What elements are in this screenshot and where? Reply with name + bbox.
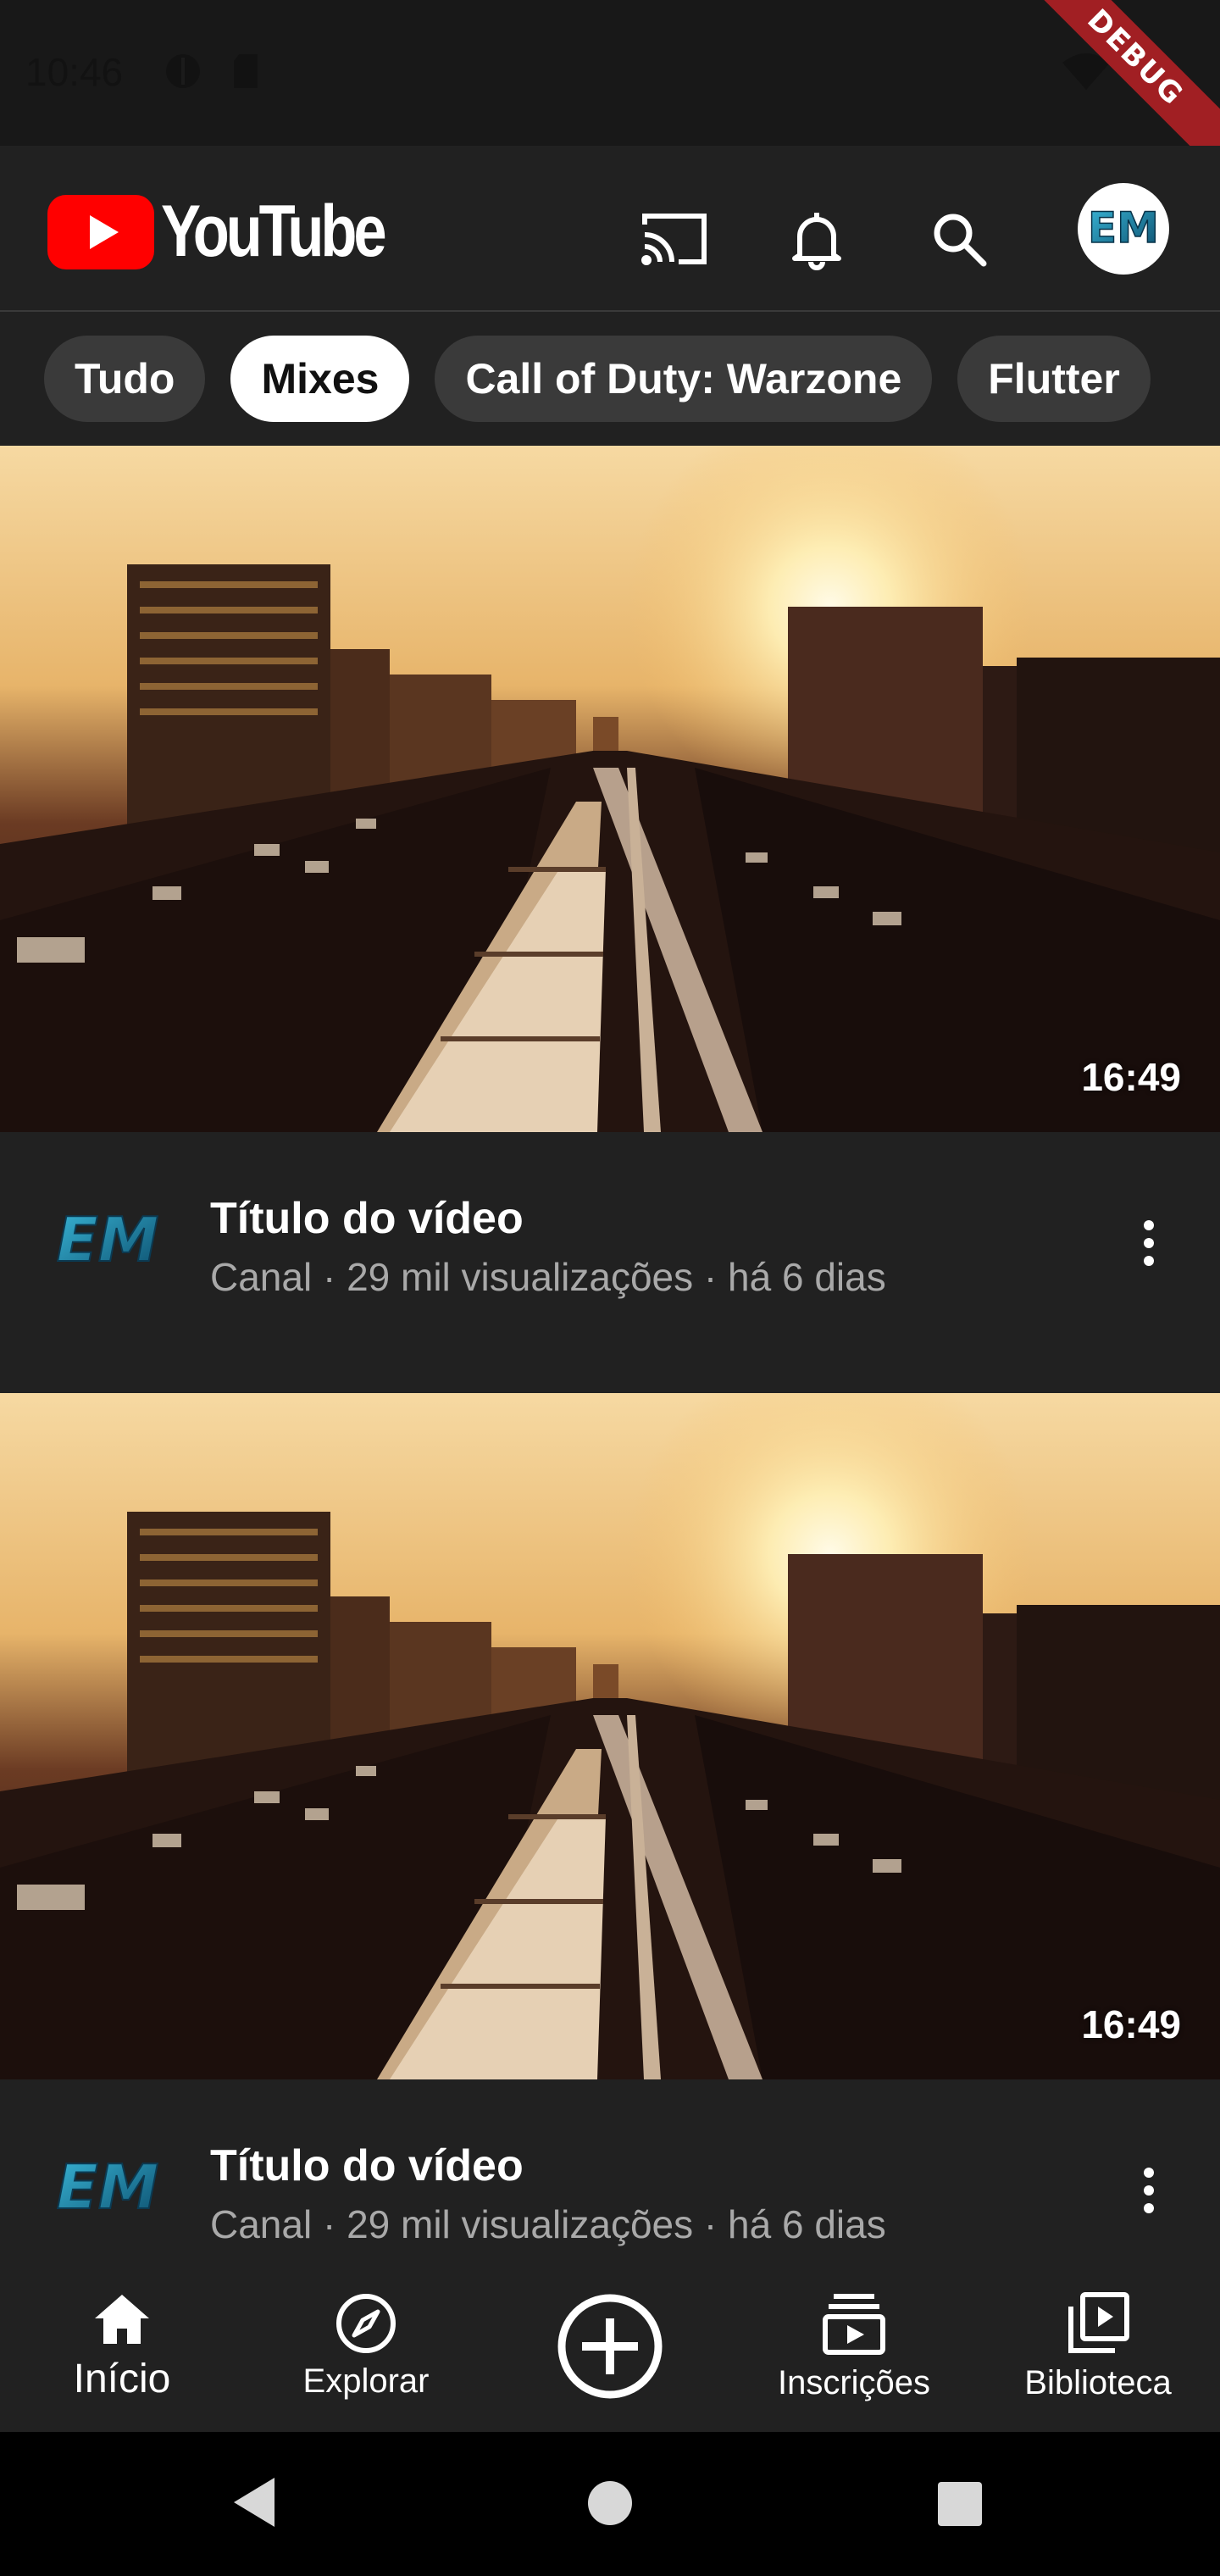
video-meta: EM Título do vídeo Canal · 29 mil visual… bbox=[0, 1132, 1220, 1396]
channel-logo-text: EM bbox=[57, 1205, 159, 1275]
channel-logo[interactable]: EM bbox=[44, 2152, 171, 2225]
video-duration: 16:49 bbox=[1081, 1055, 1181, 1099]
nav-label: Explorar bbox=[302, 2362, 430, 2400]
bell-icon[interactable] bbox=[774, 197, 859, 281]
chip-mixes[interactable]: Mixes bbox=[230, 336, 410, 422]
avatar-text: EM bbox=[1088, 203, 1159, 253]
app-bar: YouTube EM bbox=[0, 146, 1220, 312]
sim-card-icon bbox=[230, 51, 264, 96]
youtube-play-icon bbox=[47, 194, 154, 269]
video-thumbnail[interactable]: 16:49 bbox=[0, 446, 1220, 1132]
cast-icon[interactable] bbox=[632, 197, 717, 281]
video-subtitle: Canal · 29 mil visualizações · há 6 dias bbox=[210, 2202, 886, 2246]
more-vert-icon[interactable] bbox=[1132, 2161, 1166, 2220]
video-card[interactable]: 16:49 EM Título do vídeo Canal · 29 mil … bbox=[0, 446, 1220, 1396]
nav-label: Início bbox=[73, 2356, 171, 2401]
channel-logo-text: EM bbox=[57, 2152, 159, 2223]
brand-text: YouTube bbox=[161, 191, 387, 272]
recents-icon[interactable] bbox=[937, 2481, 983, 2527]
video-title[interactable]: Título do vídeo bbox=[210, 2140, 524, 2191]
video-duration: 16:49 bbox=[1081, 2002, 1181, 2046]
more-vert-icon[interactable] bbox=[1132, 1213, 1166, 1273]
home-icon bbox=[95, 2294, 149, 2344]
search-icon[interactable] bbox=[917, 197, 1001, 281]
system-navigation-bar bbox=[0, 2432, 1220, 2576]
video-card[interactable]: 16:49 EM Título do vídeo Canal · 29 mil … bbox=[0, 1393, 1220, 2344]
video-subtitle: Canal · 29 mil visualizações · há 6 dias bbox=[210, 1255, 886, 1299]
channel-logo[interactable]: EM bbox=[44, 1205, 171, 1278]
library-icon bbox=[1068, 2291, 1129, 2353]
nav-item-explorar[interactable]: Explorar bbox=[244, 2261, 488, 2432]
home-button-icon[interactable] bbox=[586, 2479, 634, 2527]
avatar[interactable]: EM bbox=[1078, 183, 1169, 275]
nav-label: Biblioteca bbox=[1024, 2363, 1172, 2401]
nav-item-create[interactable] bbox=[488, 2261, 732, 2432]
status-time: 10:46 bbox=[25, 50, 124, 94]
youtube-logo[interactable]: YouTube bbox=[47, 190, 432, 274]
back-icon[interactable] bbox=[229, 2474, 280, 2530]
nav-item-inicio[interactable]: Início bbox=[0, 2261, 244, 2432]
filter-chips: Tudo Mixes Call of Duty: Warzone Flutter bbox=[0, 312, 1220, 446]
status-bar: 10:46 DEBUG bbox=[0, 0, 1220, 177]
chip-tudo[interactable]: Tudo bbox=[44, 336, 206, 422]
chip-flutter[interactable]: Flutter bbox=[957, 336, 1151, 422]
video-thumbnail[interactable]: 16:49 bbox=[0, 1393, 1220, 2079]
chip-call-of-duty-warzone[interactable]: Call of Duty: Warzone bbox=[435, 336, 933, 422]
compass-icon bbox=[336, 2293, 396, 2353]
bottom-navigation: Início Explorar Inscrições Biblioteca bbox=[0, 2261, 1220, 2432]
nav-item-biblioteca[interactable]: Biblioteca bbox=[976, 2261, 1220, 2432]
nav-item-inscricoes[interactable]: Inscrições bbox=[732, 2261, 976, 2432]
video-title[interactable]: Título do vídeo bbox=[210, 1193, 524, 1244]
add-circle-icon bbox=[557, 2294, 663, 2399]
subscriptions-icon bbox=[823, 2293, 885, 2355]
nav-label: Inscrições bbox=[777, 2363, 931, 2401]
dnd-icon bbox=[163, 51, 203, 96]
